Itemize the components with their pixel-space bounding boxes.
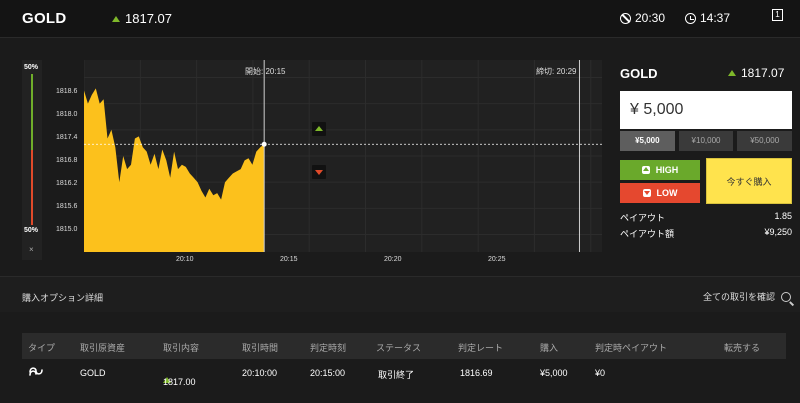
amount-presets: ¥5,000 ¥10,000 ¥50,000: [620, 131, 793, 151]
payout-amount-row: ペイアウト額 ¥9,250: [620, 227, 792, 240]
trade-table: タイプ 取引原資産 取引内容 取引時間 判定時刻 ステータス 判定レート 購入 …: [22, 333, 786, 387]
low-label: LOW: [656, 188, 678, 198]
probability-low-bar: [31, 150, 33, 225]
table-header: タイプ 取引原資産 取引内容 取引時間 判定時刻 ステータス 判定レート 購入 …: [22, 333, 786, 359]
y-tick: 1816.2: [56, 180, 78, 187]
payout-amount-value: ¥9,250: [764, 227, 792, 237]
preset-5000-button[interactable]: ¥5,000: [620, 131, 675, 151]
details-title: 購入オプション詳細: [22, 293, 104, 303]
y-tick: 1818.0: [56, 111, 78, 118]
row-purchase: ¥5,000: [540, 368, 568, 378]
amount-input[interactable]: [620, 91, 792, 129]
row-asset: GOLD: [80, 368, 106, 378]
y-tick: 1818.6: [56, 88, 78, 95]
preset-50000-button[interactable]: ¥50,000: [737, 131, 793, 151]
time-remaining: 20:30: [620, 11, 665, 25]
details-header: 購入オプション詳細 全ての取引を確認: [0, 276, 800, 312]
low-button[interactable]: LOW: [620, 183, 700, 203]
y-tick: 1816.8: [56, 157, 78, 164]
probability-high-bar: [31, 74, 33, 150]
low-marker-icon: [312, 165, 326, 179]
buy-now-button[interactable]: 今すぐ購入: [706, 158, 792, 204]
y-tick: 1817.4: [56, 134, 78, 141]
search-icon: [781, 291, 792, 302]
row-rate: 1816.69: [460, 368, 493, 378]
column-header: 取引時間: [242, 343, 279, 353]
high-arrow-icon: [641, 166, 650, 174]
chart-canvas: [84, 60, 602, 252]
asset-name: GOLD: [22, 10, 67, 27]
x-tick: 20:15: [280, 256, 298, 263]
column-header: タイプ: [28, 343, 56, 353]
clock-value: 14:37: [700, 11, 731, 25]
row-content-value: 1817.00: [163, 377, 196, 387]
probability-bar: 50% 50% ×: [22, 60, 42, 260]
row-status: 取引終了: [378, 370, 415, 380]
column-header: 判定時ペイアウト: [595, 343, 668, 353]
panel-asset: GOLD: [620, 66, 658, 81]
column-header: 購入: [540, 343, 559, 353]
window-toggle-button[interactable]: 1: [772, 9, 783, 21]
current-price-dot: [261, 141, 267, 147]
up-arrow-icon: [112, 15, 120, 22]
panel-price: 1817.07: [728, 66, 784, 80]
payout-value: 1.85: [774, 211, 792, 221]
column-header: 転売する: [724, 343, 761, 353]
window-icon: 1: [772, 9, 783, 21]
top-bar: GOLD 1817.07 20:30 14:37 1: [0, 0, 800, 38]
table-row[interactable]: GOLD 1817.00 20:10:00 20:15:00 取引終了 1816…: [22, 359, 786, 387]
panel-price-value: 1817.07: [741, 66, 785, 80]
timer-icon: [620, 12, 631, 24]
end-time-label: 締切: 20:29: [536, 67, 577, 76]
y-tick: 1815.0: [56, 226, 78, 233]
history-clock-icon: [685, 12, 696, 24]
y-axis: 1818.6 1818.0 1817.4 1816.8 1816.2 1815.…: [56, 60, 84, 252]
trade-panel: GOLD 1817.07 ¥5,000 ¥10,000 ¥50,000 HIGH…: [606, 50, 800, 264]
x-tick: 20:25: [488, 256, 506, 263]
column-header: 判定レート: [458, 343, 504, 353]
start-time-label: 開始: 20:15: [245, 67, 286, 76]
column-header: 取引原資産: [80, 343, 126, 353]
probability-high: 50%: [24, 64, 39, 71]
column-header: 判定時刻: [310, 343, 347, 353]
all-trades-label: 全ての取引を確認: [703, 292, 776, 302]
row-judge-time: 20:15:00: [310, 368, 346, 378]
column-header: ステータス: [376, 343, 422, 353]
x-tick: 20:20: [384, 256, 402, 263]
high-marker-icon: [312, 122, 326, 136]
payout-label: ペイアウト: [620, 213, 666, 223]
probability-low: 50%: [24, 227, 39, 234]
preset-10000-button[interactable]: ¥10,000: [678, 131, 734, 151]
payout-row: ペイアウト 1.85: [620, 211, 792, 224]
asset-price: 1817.07: [112, 11, 172, 26]
high-button[interactable]: HIGH: [620, 160, 700, 180]
option-type-icon: [29, 367, 43, 376]
x-tick: 20:10: [176, 256, 194, 263]
time-remaining-value: 20:30: [635, 11, 666, 25]
current-clock: 14:37: [685, 11, 730, 25]
high-label: HIGH: [655, 165, 679, 175]
y-tick: 1815.6: [56, 203, 78, 210]
row-payout: ¥0: [595, 368, 606, 378]
up-arrow-icon: [728, 69, 736, 76]
all-trades-link[interactable]: 全ての取引を確認: [703, 290, 792, 303]
close-probability-button[interactable]: ×: [29, 245, 34, 254]
price-area: [84, 88, 265, 252]
column-header: 取引内容: [163, 343, 200, 353]
low-arrow-icon: [642, 189, 651, 197]
row-trade-time: 20:10:00: [242, 368, 278, 378]
asset-price-value: 1817.07: [125, 11, 172, 26]
payout-amount-label: ペイアウト額: [620, 229, 675, 239]
